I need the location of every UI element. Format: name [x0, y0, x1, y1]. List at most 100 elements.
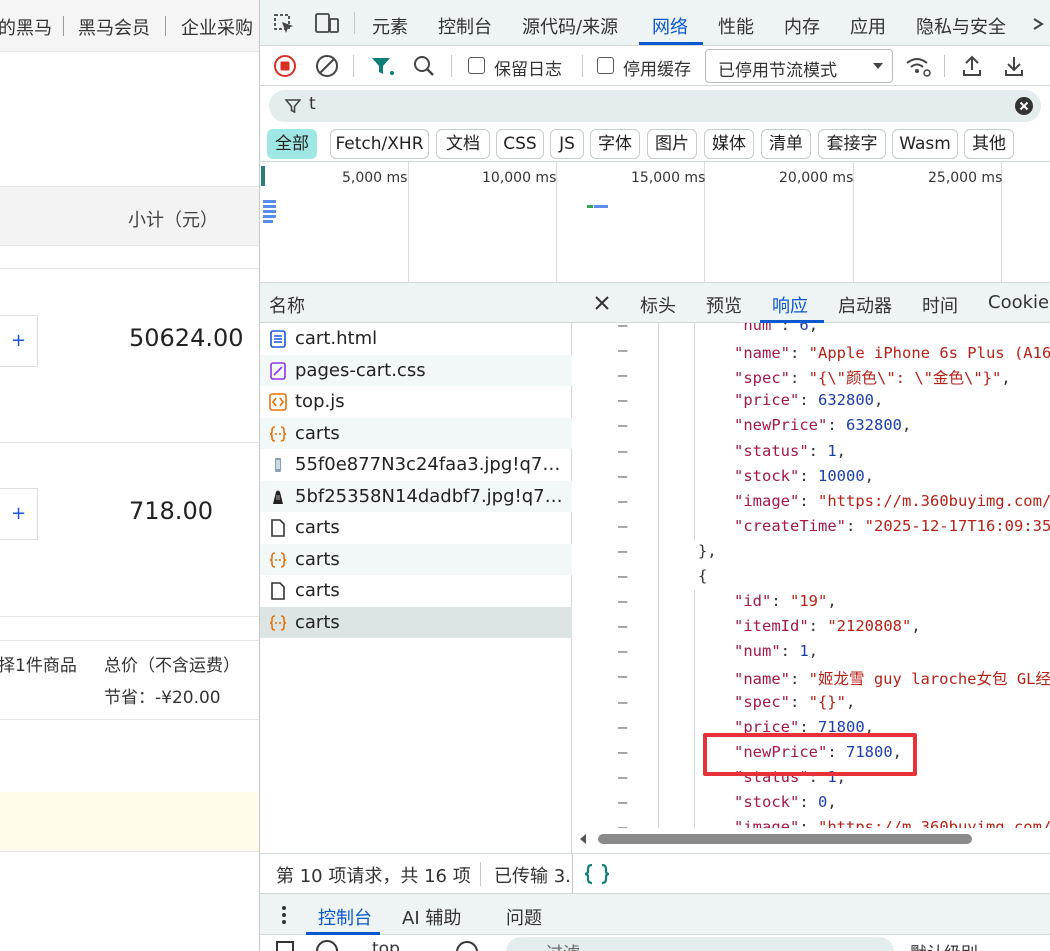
tab-initiator[interactable]: 启动器 — [838, 292, 892, 318]
live-expression-icon[interactable] — [456, 941, 478, 951]
context-select[interactable]: top — [372, 939, 400, 951]
tab-privacy-security[interactable]: 隐私与安全 — [916, 13, 1006, 39]
json-value: 0 — [818, 792, 828, 811]
scrollbar-thumb[interactable] — [598, 834, 972, 844]
request-row[interactable]: carts — [260, 417, 572, 449]
tab-performance[interactable]: 性能 — [718, 13, 754, 39]
sidebar-toggle-icon[interactable] — [276, 941, 294, 951]
nav-link-heima[interactable]: 的黑马 — [0, 14, 52, 40]
drawer-tab-console[interactable]: 控制台 — [318, 904, 372, 930]
tab-network[interactable]: 网络 — [652, 13, 688, 39]
chevron-down-icon — [873, 63, 883, 69]
webpage-viewport: 的黑马 黑马会员 企业采购 小计（元） + 50624.00 + 718.00 … — [0, 0, 260, 951]
request-row[interactable]: cart.html — [260, 323, 572, 355]
filter-funnel-icon[interactable] — [370, 55, 396, 77]
network-conditions-icon[interactable] — [905, 55, 931, 77]
filter-input[interactable]: t — [269, 90, 1041, 122]
nav-link-member[interactable]: 黑马会员 — [78, 14, 150, 40]
scroll-left-icon[interactable] — [578, 834, 588, 844]
more-tabs-chevron-icon[interactable] — [1030, 13, 1050, 35]
disable-cache-checkbox[interactable] — [597, 57, 614, 74]
more-options-icon[interactable] — [280, 905, 288, 925]
name-column-header[interactable]: 名称 — [269, 292, 305, 318]
type-filter-manifest[interactable]: 清单 — [761, 129, 811, 159]
request-row[interactable]: carts — [260, 575, 572, 607]
request-row[interactable]: carts — [260, 543, 572, 575]
tab-response[interactable]: 响应 — [772, 292, 808, 318]
type-filter-socket[interactable]: 套接字 — [818, 129, 886, 159]
quantity-increase-button[interactable]: + — [0, 488, 38, 540]
tab-preview[interactable]: 预览 — [706, 292, 742, 318]
timeline-request-bar — [263, 220, 273, 223]
type-filter-font[interactable]: 字体 — [590, 129, 640, 159]
import-har-icon[interactable] — [961, 54, 983, 78]
tab-elements[interactable]: 元素 — [372, 13, 408, 39]
search-icon[interactable] — [412, 54, 436, 78]
close-icon[interactable] — [594, 295, 610, 311]
throttle-select[interactable]: 已停用节流模式 — [705, 49, 893, 83]
json-key: "name" — [734, 344, 790, 363]
type-filter-css[interactable]: CSS — [496, 129, 544, 159]
drawer-tab-issues[interactable]: 问题 — [506, 904, 542, 930]
request-row[interactable]: pages-cart.css — [260, 354, 572, 386]
timeline-selection-handle[interactable] — [261, 166, 265, 186]
tab-sources[interactable]: 源代码/来源 — [522, 13, 618, 39]
top-nav: 的黑马 黑马会员 企业采购 — [0, 0, 260, 52]
console-filter-input[interactable]: 过滤 — [506, 937, 894, 951]
clear-filter-icon[interactable] — [1014, 96, 1034, 116]
preserve-log-checkbox[interactable] — [468, 57, 485, 74]
inspect-element-icon[interactable] — [273, 13, 295, 35]
type-filter-js[interactable]: JS — [550, 129, 584, 159]
line-collapse-marker: – — [618, 366, 628, 385]
line-collapse-marker: – — [618, 818, 628, 828]
tab-headers[interactable]: 标头 — [640, 292, 676, 318]
clear-console-icon[interactable] — [316, 940, 338, 951]
horizontal-scrollbar[interactable] — [572, 831, 1050, 847]
json-key: "status" — [734, 441, 809, 460]
response-line: – "name": "Apple iPhone 6s Plus (A1699) 6… — [572, 339, 1050, 364]
drawer-tab-ai-assist[interactable]: AI 辅助 — [402, 904, 461, 930]
request-row-selected[interactable]: carts — [260, 606, 572, 638]
request-row[interactable]: carts — [260, 512, 572, 544]
type-filter-doc[interactable]: 文档 — [436, 129, 490, 159]
tab-cookies[interactable]: Cookie — [988, 292, 1049, 313]
request-row[interactable]: top.js — [260, 386, 572, 418]
type-filter-all[interactable]: 全部 — [267, 129, 317, 159]
quantity-increase-button[interactable]: + — [0, 315, 38, 367]
json-property: "stock": 10000, — [734, 466, 875, 485]
request-row[interactable]: 55f0e877N3c24faa3.jpg!q70.jpg — [260, 449, 572, 481]
request-name: carts — [295, 422, 340, 444]
pretty-print-icon[interactable] — [584, 863, 610, 885]
status-divider — [480, 862, 481, 886]
json-key: "stock" — [734, 792, 800, 811]
json-key: "num" — [734, 642, 781, 661]
type-filter-img[interactable]: 图片 — [647, 129, 697, 159]
json-key: "image" — [734, 491, 800, 510]
fetch-icon — [269, 425, 287, 442]
type-filter-media[interactable]: 媒体 — [704, 129, 754, 159]
json-punctuation: { — [698, 567, 708, 585]
log-level-select[interactable]: 默认级别 — [910, 939, 978, 951]
network-overview-timeline[interactable]: 5,000 ms 10,000 ms 15,000 ms 20,000 ms 2… — [260, 162, 1050, 283]
nav-link-enterprise[interactable]: 企业采购 — [181, 14, 253, 40]
type-filter-wasm[interactable]: Wasm — [892, 129, 958, 159]
json-property: "name": "Apple iPhone 6s Plus (A1699) 64… — [734, 341, 1050, 363]
line-collapse-marker: – — [618, 667, 628, 686]
tab-application[interactable]: 应用 — [850, 13, 886, 39]
json-value: "2120808" — [827, 617, 912, 636]
tab-timing[interactable]: 时间 — [922, 292, 958, 318]
request-name: pages-cart.css — [295, 359, 426, 381]
type-filter-other[interactable]: 其他 — [964, 129, 1014, 159]
clear-icon[interactable] — [315, 54, 339, 78]
device-toolbar-icon[interactable] — [314, 12, 340, 34]
export-har-icon[interactable] — [1003, 54, 1025, 78]
stop-recording-icon[interactable] — [273, 54, 297, 78]
tab-console[interactable]: 控制台 — [438, 13, 492, 39]
tab-memory[interactable]: 内存 — [784, 13, 820, 39]
response-line: – "id": "19", — [572, 590, 1050, 615]
timeline-request-bar — [594, 205, 608, 208]
type-filter-fetch-xhr[interactable]: Fetch/XHR — [330, 129, 429, 159]
request-row[interactable]: 5bf25358N14dadbf7.jpg!q70.jpg — [260, 480, 572, 512]
request-name: 55f0e877N3c24faa3.jpg!q70.jpg — [295, 454, 565, 475]
timeline-tick-label: 20,000 ms — [779, 170, 854, 186]
